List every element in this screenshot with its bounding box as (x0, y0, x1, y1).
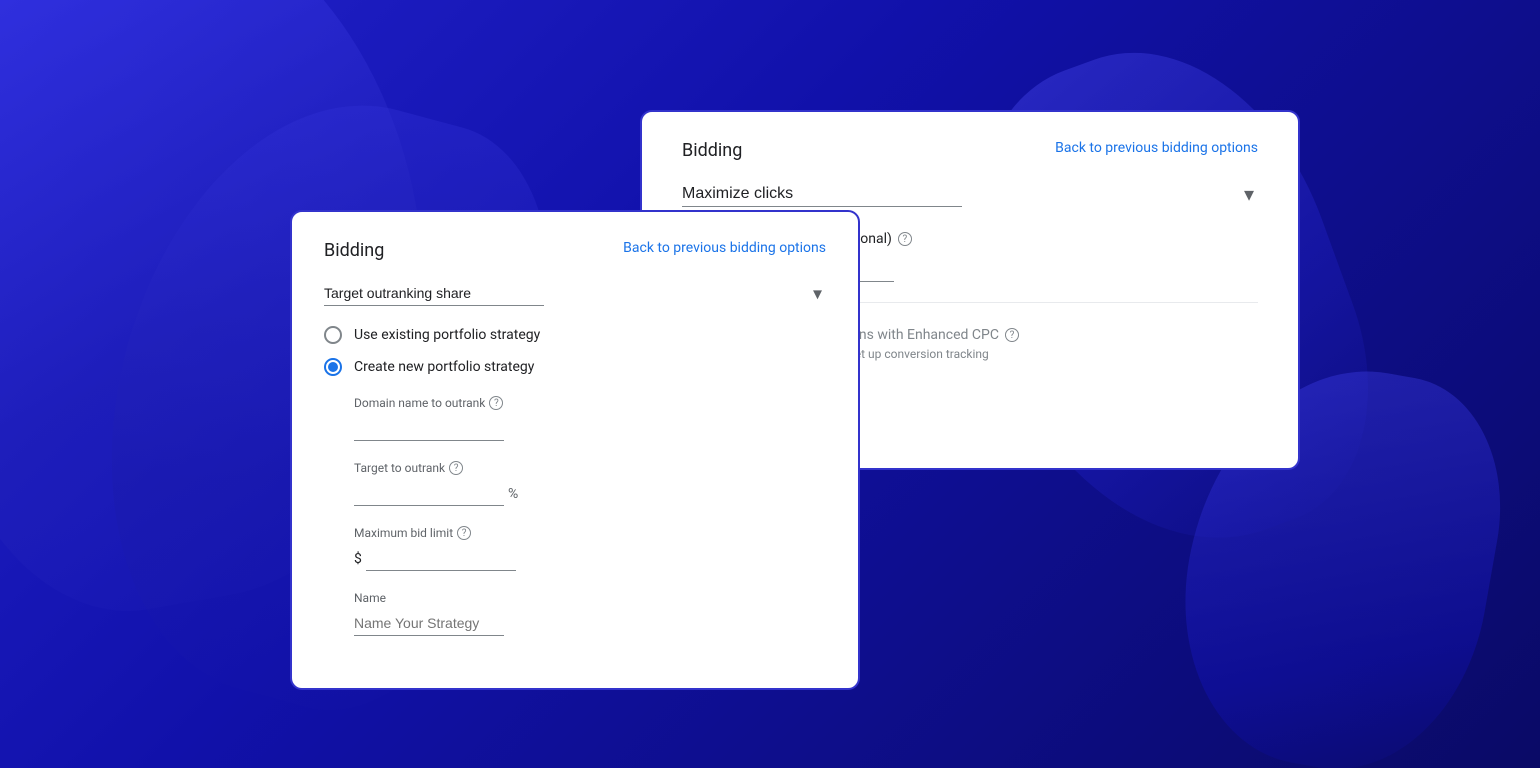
enhanced-cpc-help-icon[interactable]: ? (1005, 328, 1019, 342)
max-bid-input[interactable] (366, 546, 516, 571)
bid-strategy-arrow-icon: ▾ (813, 283, 822, 304)
radio-circle-new (324, 358, 342, 376)
card-right-header: Bidding Back to previous bidding options (682, 140, 1258, 161)
portfolio-radio-group: Use existing portfolio strategy Create n… (324, 326, 826, 376)
card-right-title: Bidding (682, 140, 742, 161)
strategy-dropdown-arrow-icon: ▾ (1244, 182, 1254, 206)
radio-label-new: Create new portfolio strategy (354, 359, 534, 375)
cards-container: Bidding Back to previous bidding options… (0, 0, 1540, 768)
target-help-icon[interactable]: ? (449, 461, 463, 475)
strategy-name-label: Name (354, 591, 826, 605)
target-input[interactable] (354, 481, 504, 506)
card-left-title: Bidding (324, 240, 384, 261)
target-label: Target to outrank ? (354, 461, 826, 475)
domain-label: Domain name to outrank ? (354, 396, 826, 410)
domain-help-icon[interactable]: ? (489, 396, 503, 410)
radio-circle-existing (324, 326, 342, 344)
radio-label-existing: Use existing portfolio strategy (354, 327, 540, 343)
domain-field-group: Domain name to outrank ? (354, 396, 826, 441)
strategy-name-input[interactable] (354, 611, 504, 636)
max-bid-field-group: Maximum bid limit ? $ (354, 526, 826, 571)
radio-create-new[interactable]: Create new portfolio strategy (324, 358, 826, 376)
back-link-right[interactable]: Back to previous bidding options (1055, 140, 1258, 156)
max-bid-label: Maximum bid limit ? (354, 526, 826, 540)
radio-use-existing[interactable]: Use existing portfolio strategy (324, 326, 826, 344)
bid-strategy-dropdown-wrapper: Target outranking share Target CPA Targe… (324, 281, 826, 306)
strategy-dropdown-wrapper: Maximize clicks Target CPA Target ROAS T… (682, 181, 1258, 207)
target-input-wrapper: % (354, 481, 826, 506)
target-field-group: Target to outrank ? % (354, 461, 826, 506)
new-strategy-fields: Domain name to outrank ? Target to outra… (324, 396, 826, 636)
max-bid-input-wrapper: $ (354, 546, 826, 571)
bid-strategy-dropdown[interactable]: Target outranking share Target CPA Targe… (324, 281, 544, 306)
max-bid-help-icon[interactable]: ? (457, 526, 471, 540)
bidding-card-left: Bidding Back to previous bidding options… (290, 210, 860, 690)
max-bid-prefix: $ (354, 551, 362, 567)
target-suffix: % (508, 486, 518, 502)
cpc-help-icon[interactable]: ? (898, 232, 912, 246)
back-link-left[interactable]: Back to previous bidding options (623, 240, 826, 256)
domain-input[interactable] (354, 416, 504, 441)
card-left-header: Bidding Back to previous bidding options (324, 240, 826, 261)
name-field-group: Name (354, 591, 826, 636)
strategy-dropdown[interactable]: Maximize clicks Target CPA Target ROAS T… (682, 181, 962, 207)
